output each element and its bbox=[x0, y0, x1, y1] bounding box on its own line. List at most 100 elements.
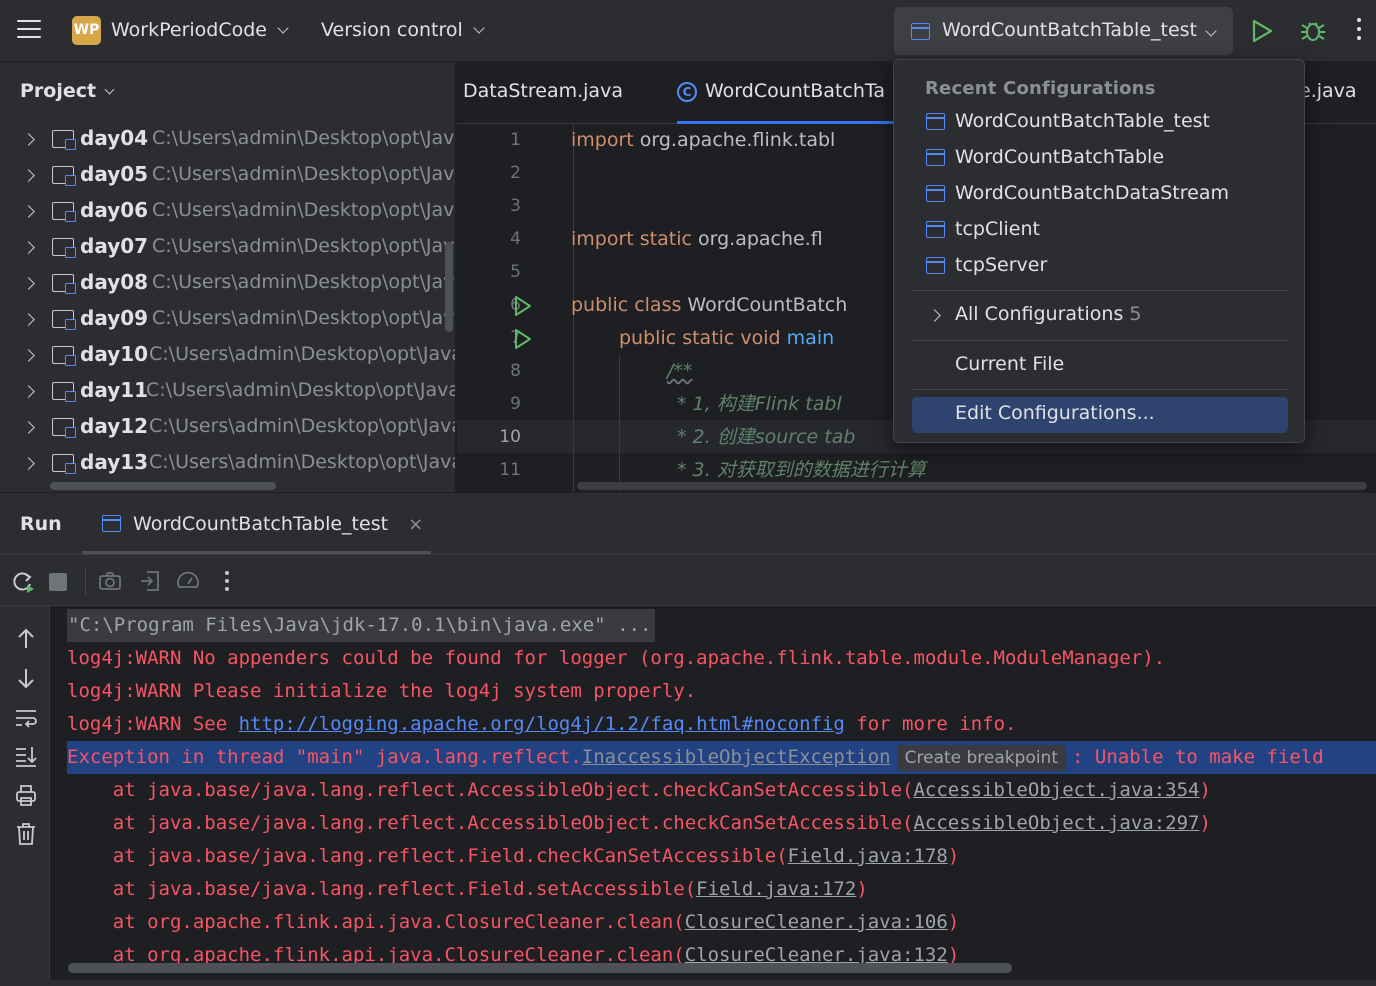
chevron-right-icon[interactable] bbox=[22, 133, 35, 146]
chevron-right-icon[interactable] bbox=[22, 205, 35, 218]
exit-icon[interactable] bbox=[138, 569, 162, 593]
project-panel: Project day04 C:\Users\admin\Desktop\opt\… bbox=[0, 62, 456, 492]
tree-item-name: day06 bbox=[80, 198, 149, 222]
run-gutter-icon[interactable] bbox=[513, 295, 533, 317]
recent-config-item[interactable]: tcpServer bbox=[912, 249, 1288, 285]
gutter-line[interactable]: 7 bbox=[457, 322, 557, 355]
chevron-right-icon[interactable] bbox=[22, 313, 35, 326]
stack-frame-line: at java.base/java.lang.reflect.Field.set… bbox=[67, 873, 868, 906]
create-breakpoint-hint[interactable]: Create breakpoint bbox=[896, 745, 1066, 771]
profiler-icon[interactable] bbox=[176, 569, 200, 593]
tree-item-path: C:\Users\admin\Desktop\opt\Java bbox=[149, 415, 456, 437]
stack-frame-text: ) bbox=[1199, 779, 1211, 801]
tree-item-day08[interactable]: day08 C:\Users\admin\Desktop\opt\Java bbox=[0, 266, 455, 302]
source-location-link[interactable]: AccessibleObject.java:297 bbox=[913, 812, 1199, 834]
recent-config-item[interactable]: WordCountBatchTable bbox=[912, 141, 1288, 177]
current-file-item[interactable]: Current File bbox=[912, 348, 1288, 384]
scroll-to-end-icon[interactable] bbox=[13, 743, 39, 769]
arrow-down-icon[interactable] bbox=[13, 665, 39, 691]
code-line-4[interactable]: import static org.apache.fl bbox=[571, 223, 823, 256]
tab-datastream[interactable]: DataStream.java bbox=[463, 80, 623, 102]
main-menu-icon[interactable] bbox=[17, 20, 41, 42]
console-command-line: "C:\Program Files\Java\jdk-17.0.1\bin\ja… bbox=[67, 609, 656, 642]
project-selector[interactable]: WorkPeriodCode bbox=[111, 19, 289, 41]
source-location-link[interactable]: Field.java:172 bbox=[696, 878, 856, 900]
gutter-line[interactable]: 4 bbox=[457, 223, 557, 256]
run-gutter-icon[interactable] bbox=[513, 328, 533, 350]
gutter-line[interactable]: 2 bbox=[457, 157, 557, 190]
status-strip bbox=[0, 980, 1376, 986]
exception-class-link[interactable]: InaccessibleObjectException bbox=[582, 746, 891, 768]
rerun-icon[interactable] bbox=[10, 569, 34, 593]
source-location-link[interactable]: AccessibleObject.java:354 bbox=[913, 779, 1199, 801]
gutter-line[interactable]: 9 bbox=[457, 388, 557, 421]
print-icon[interactable] bbox=[13, 782, 39, 808]
vcs-menu[interactable]: Version control bbox=[321, 19, 485, 41]
project-horizontal-scrollbar[interactable] bbox=[50, 482, 276, 490]
gutter-line[interactable]: 5 bbox=[457, 256, 557, 289]
tree-item-name: day04 bbox=[80, 126, 149, 150]
trash-icon[interactable] bbox=[13, 821, 39, 847]
tab-java-file[interactable]: e.java bbox=[1299, 80, 1357, 102]
soft-wrap-icon[interactable] bbox=[13, 705, 39, 731]
chevron-right-icon[interactable] bbox=[22, 277, 35, 290]
stack-frame-text: ) bbox=[1199, 812, 1211, 834]
gutter-line[interactable]: 3 bbox=[457, 190, 557, 223]
run-tab[interactable]: WordCountBatchTable_test × bbox=[102, 513, 423, 535]
line-number: 9 bbox=[510, 394, 521, 414]
gutter-line[interactable]: 6 bbox=[457, 289, 557, 322]
tab-wordcountbatchtable[interactable]: C WordCountBatchTa bbox=[677, 80, 885, 102]
code-line-10[interactable]: * 2. 创建source tab bbox=[677, 421, 855, 454]
tree-item-day13[interactable]: day13 C:\Users\admin\Desktop\opt\Java bbox=[0, 446, 455, 482]
code-line-7[interactable]: public static void main bbox=[619, 322, 834, 355]
code-line-9[interactable]: * 1, 构建Flink tabl bbox=[677, 388, 842, 421]
run-config-selector[interactable]: WordCountBatchTable_test bbox=[894, 7, 1233, 55]
tree-item-day11[interactable]: day11 C:\Users\admin\Desktop\opt\Java bbox=[0, 374, 455, 410]
source-location-link[interactable]: ClosureCleaner.java:106 bbox=[685, 911, 948, 933]
chevron-down-icon bbox=[473, 22, 485, 34]
code-line-1[interactable]: import org.apache.flink.tabl bbox=[571, 124, 835, 157]
run-console[interactable]: "C:\Program Files\Java\jdk-17.0.1\bin\ja… bbox=[50, 606, 1376, 980]
edit-configurations-item[interactable]: Edit Configurations... bbox=[912, 397, 1288, 433]
editor-horizontal-scrollbar[interactable] bbox=[577, 482, 1367, 490]
chevron-right-icon[interactable] bbox=[22, 241, 35, 254]
recent-config-item[interactable]: WordCountBatchTable_test bbox=[912, 105, 1288, 141]
close-icon[interactable]: × bbox=[408, 514, 423, 535]
chevron-right-icon[interactable] bbox=[22, 169, 35, 182]
chevron-right-icon[interactable] bbox=[22, 349, 35, 362]
gutter-line[interactable]: 11 bbox=[457, 454, 557, 487]
arrow-up-icon[interactable] bbox=[13, 626, 39, 652]
console-horizontal-scrollbar[interactable] bbox=[68, 963, 1012, 973]
module-folder-icon bbox=[52, 310, 76, 330]
tree-item-day07[interactable]: day07 C:\Users\admin\Desktop\opt\Java bbox=[0, 230, 455, 266]
run-config-icon bbox=[926, 113, 945, 130]
stop-icon[interactable] bbox=[49, 573, 67, 591]
project-vertical-scrollbar[interactable] bbox=[445, 242, 453, 332]
gutter-line[interactable]: 1 bbox=[457, 124, 557, 157]
tree-item-day06[interactable]: day06 C:\Users\admin\Desktop\opt\Java bbox=[0, 194, 455, 230]
tree-item-day10[interactable]: day10 C:\Users\admin\Desktop\opt\Java bbox=[0, 338, 455, 374]
code-line-6[interactable]: public class WordCountBatch bbox=[571, 289, 847, 322]
gutter-line[interactable]: 10 bbox=[457, 421, 557, 454]
all-configurations-item[interactable]: All Configurations 5 bbox=[912, 298, 1288, 334]
code-line-8[interactable]: /** bbox=[667, 355, 692, 388]
tree-item-day04[interactable]: day04 C:\Users\admin\Desktop\opt\Java bbox=[0, 122, 455, 158]
project-panel-header[interactable]: Project bbox=[20, 80, 115, 102]
recent-config-item[interactable]: tcpClient bbox=[912, 213, 1288, 249]
chevron-right-icon[interactable] bbox=[22, 421, 35, 434]
tree-item-day12[interactable]: day12 C:\Users\admin\Desktop\opt\Java bbox=[0, 410, 456, 446]
chevron-right-icon[interactable] bbox=[22, 457, 35, 470]
recent-config-item[interactable]: WordCountBatchDataStream bbox=[912, 177, 1288, 213]
chevron-right-icon[interactable] bbox=[22, 385, 35, 398]
stack-frame-line: at org.apache.flink.api.java.ClosureClea… bbox=[67, 906, 960, 939]
run-icon[interactable] bbox=[1250, 18, 1274, 44]
more-options-icon[interactable] bbox=[215, 569, 239, 593]
debug-icon[interactable] bbox=[1299, 17, 1327, 45]
log4j-faq-link[interactable]: http://logging.apache.org/log4j/1.2/faq.… bbox=[239, 713, 845, 735]
gutter-line[interactable]: 8 bbox=[457, 355, 557, 388]
source-location-link[interactable]: Field.java:178 bbox=[788, 845, 948, 867]
more-actions-icon[interactable] bbox=[1356, 18, 1362, 44]
tree-item-day09[interactable]: day09 C:\Users\admin\Desktop\opt\Java bbox=[0, 302, 455, 338]
tree-item-day05[interactable]: day05 C:\Users\admin\Desktop\opt\Java bbox=[0, 158, 455, 194]
camera-icon[interactable] bbox=[98, 569, 122, 593]
